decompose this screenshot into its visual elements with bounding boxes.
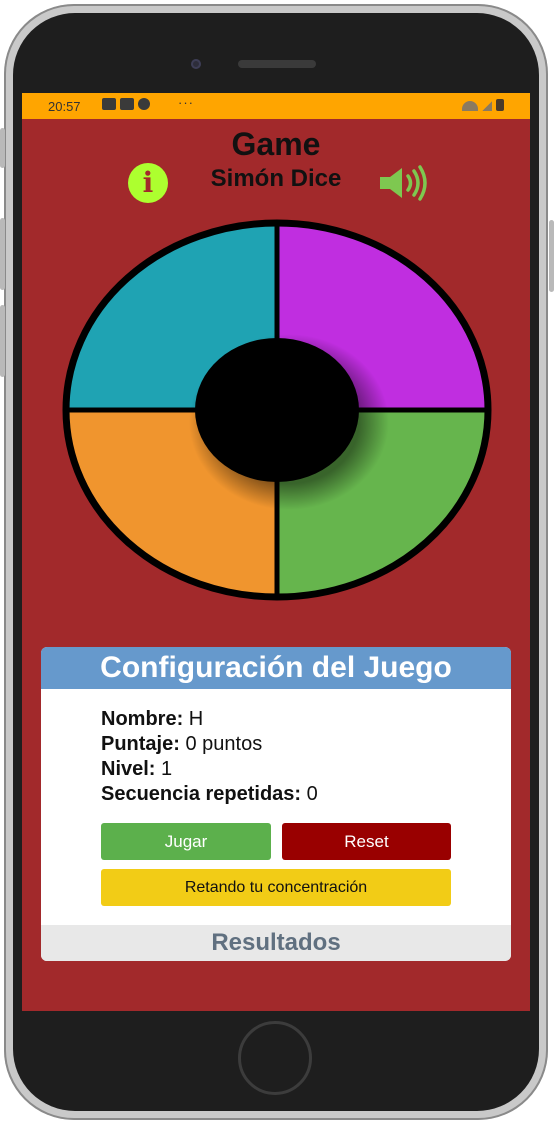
earpiece-speaker [238, 60, 316, 68]
center-circle [195, 338, 359, 482]
more-notifications-icon: ··· [178, 95, 194, 110]
score-value: 0 puntos [179, 733, 263, 755]
game-subtitle: Simón Dice [210, 165, 342, 192]
twitter-icon [138, 98, 150, 110]
player-info: Nombre: H Puntaje: 0 puntos Nivel: 1 Sec… [101, 707, 318, 807]
mute-switch [0, 128, 5, 168]
name-row: Nombre: H [101, 707, 318, 732]
simon-board [62, 219, 492, 601]
wifi-icon [462, 101, 478, 111]
results-section[interactable]: Resultados [41, 925, 511, 961]
home-button[interactable] [238, 1021, 312, 1095]
game-title: Game [231, 126, 321, 162]
status-time: 20:57 [48, 99, 81, 114]
level-value: 1 [155, 758, 173, 780]
signal-icon [482, 101, 492, 111]
config-title: Configuración del Juego [41, 647, 511, 689]
app-screen: 20:57 ··· Game i Simón Dice Configuració… [22, 93, 530, 1011]
score-label: Puntaje: [101, 733, 180, 755]
power-button [549, 220, 554, 292]
sequence-row: Secuencia repetidas: 0 [101, 782, 318, 807]
sound-icon[interactable] [378, 165, 432, 201]
name-value: H [183, 708, 204, 730]
name-label: Nombre: [101, 708, 184, 730]
volume-down-button [0, 305, 5, 377]
reset-button[interactable]: Reset [282, 823, 451, 860]
mail-icon [102, 98, 116, 110]
youtube-icon [120, 98, 134, 110]
config-panel: Configuración del Juego Nombre: H Puntaj… [41, 647, 511, 961]
challenge-button[interactable]: Retando tu concentración [101, 869, 451, 906]
level-row: Nivel: 1 [101, 757, 318, 782]
front-camera [191, 59, 201, 69]
level-label: Nivel: [101, 758, 156, 780]
notification-icons [102, 98, 150, 110]
play-button[interactable]: Jugar [101, 823, 271, 860]
volume-up-button [0, 218, 5, 290]
system-icons [462, 99, 504, 111]
battery-icon [496, 99, 504, 111]
score-row: Puntaje: 0 puntos [101, 732, 318, 757]
sequence-label: Secuencia repetidas: [101, 783, 302, 805]
status-bar: 20:57 ··· [22, 93, 530, 119]
sequence-value: 0 [301, 783, 318, 805]
